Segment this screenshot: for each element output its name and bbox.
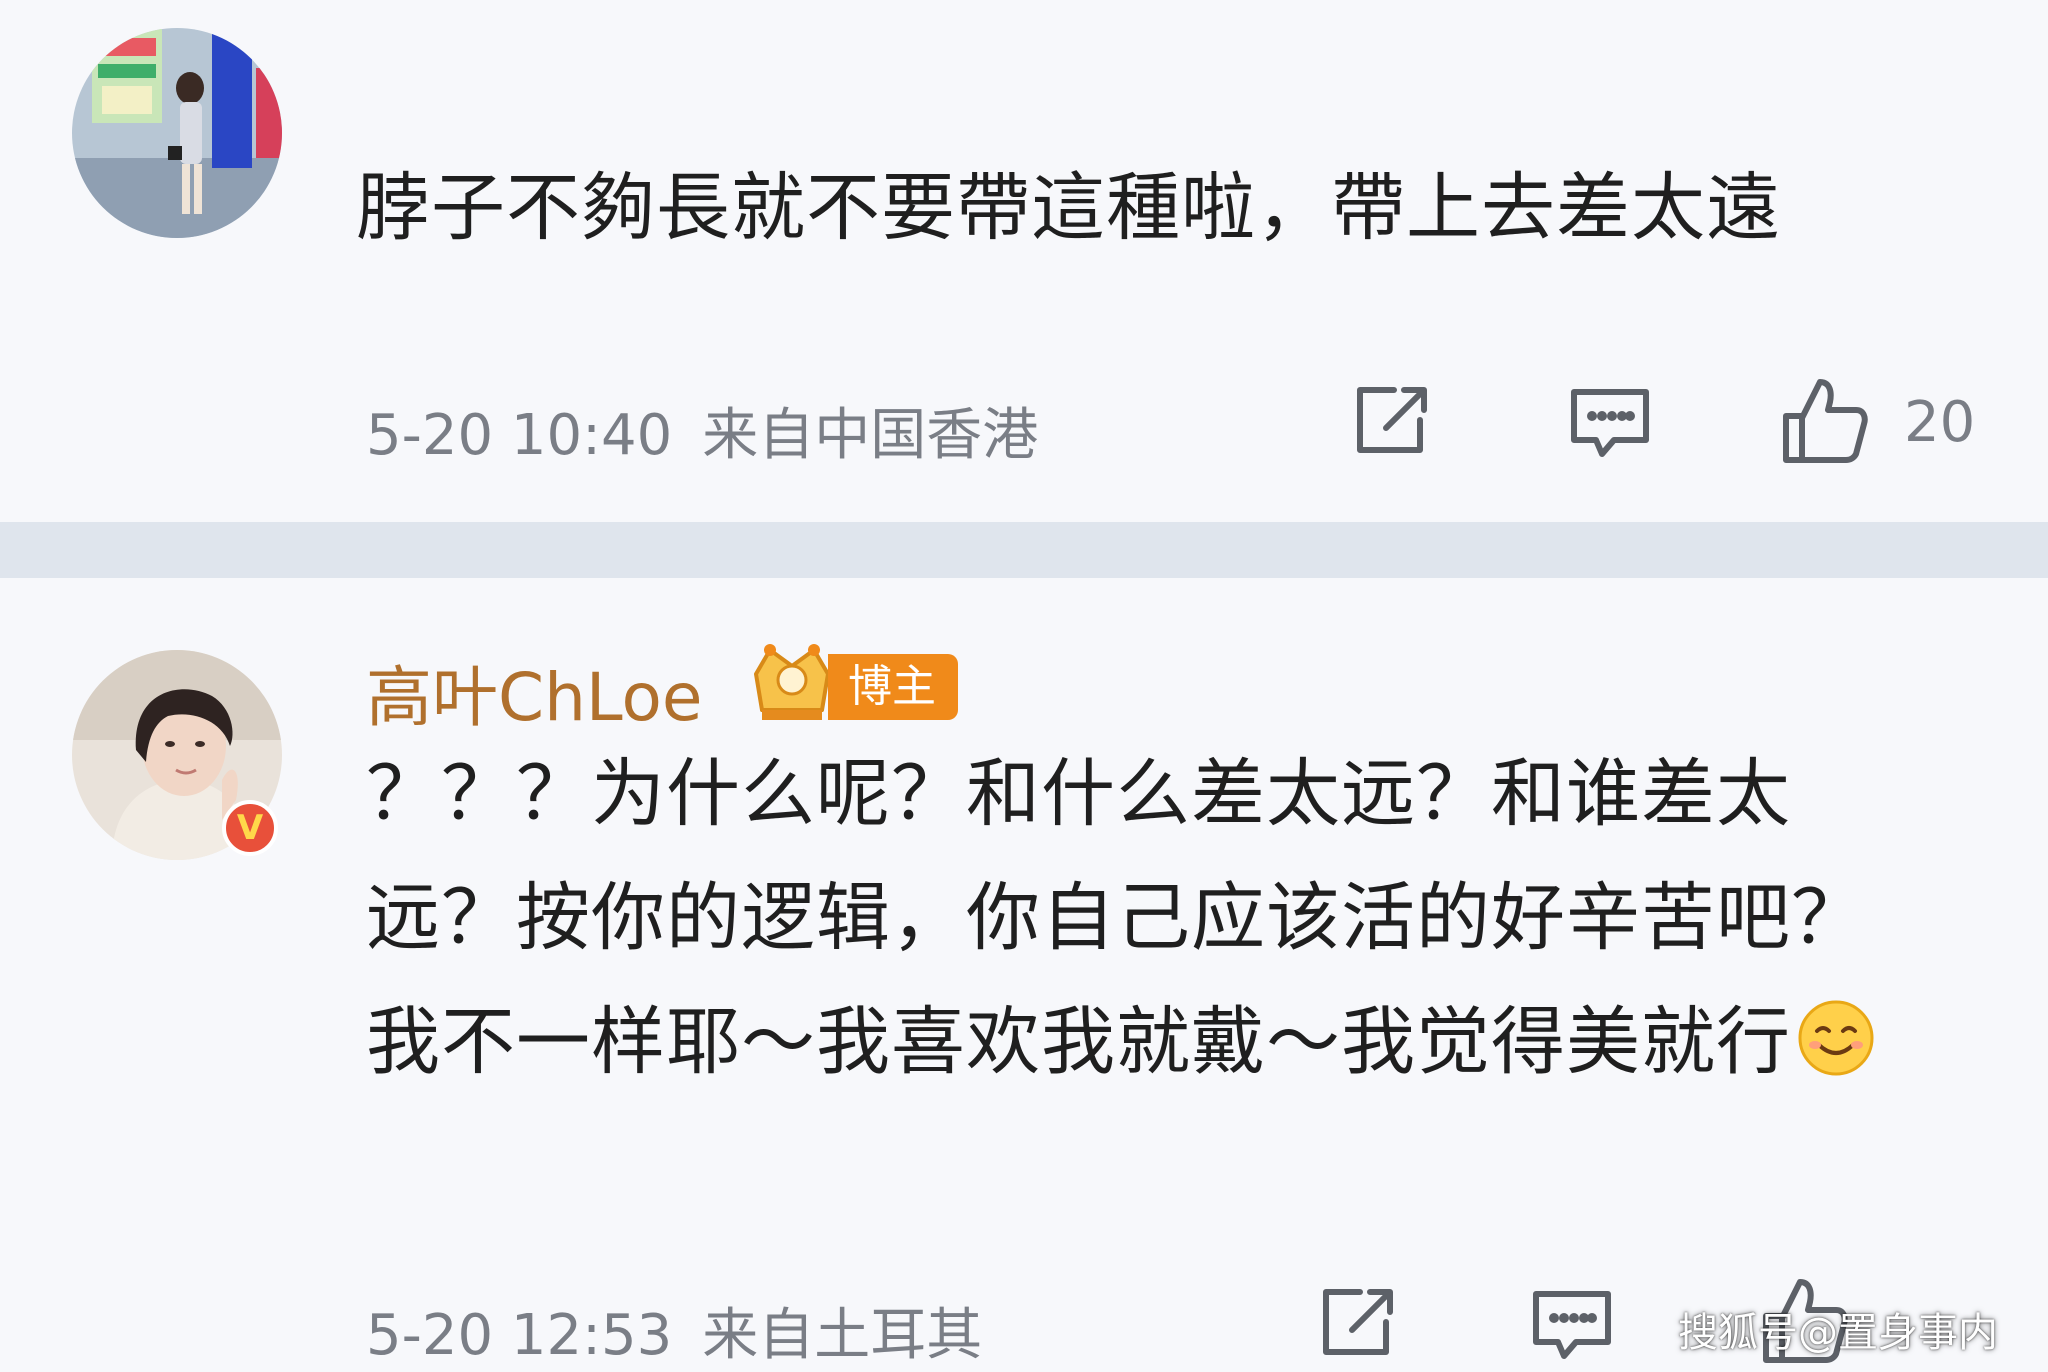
comment-icon[interactable]: [1568, 386, 1652, 462]
like-count: 20: [1904, 390, 1976, 455]
comment-source: 来自土耳其: [702, 1303, 983, 1368]
comment-source: 来自中国香港: [702, 403, 1039, 468]
repost-icon[interactable]: [1350, 384, 1430, 460]
comment-time: 5-20 12:53: [366, 1303, 673, 1368]
avatar[interactable]: [72, 28, 282, 238]
smile-emoji-icon: [1797, 990, 1875, 1076]
comment-text-content: ？？？为什么呢？和什么差太远？和谁差太远？按你的逻辑，你自己应该活的好辛苦吧？我…: [366, 751, 1866, 1085]
repost-icon[interactable]: [1316, 1286, 1396, 1362]
thumbs-up-icon[interactable]: [1780, 376, 1870, 466]
verified-v-icon: V: [222, 800, 278, 856]
comment-divider: [0, 522, 2048, 578]
blogger-badge: 博主: [828, 654, 958, 720]
watermark: 搜狐号@置身事内: [1678, 1310, 1998, 1356]
comment-item: 脖子不夠長就不要帶這種啦，帶上去差太遠 5-20 10:40 来自中国香港 20: [0, 0, 2048, 522]
comment-time: 5-20 10:40: [366, 403, 673, 468]
crown-icon: [748, 640, 836, 726]
comment-text: ？？？为什么呢？和什么差太远？和谁差太远？按你的逻辑，你自己应该活的好辛苦吧？我…: [366, 732, 1926, 1104]
comment-meta: 5-20 10:40 来自中国香港: [366, 390, 1038, 471]
comment-text: 脖子不夠長就不要帶這種啦，帶上去差太遠: [356, 165, 1781, 251]
comment-meta: 5-20 12:53 来自土耳其: [366, 1290, 982, 1371]
username[interactable]: 高叶ChLoe: [366, 644, 703, 740]
comment-icon[interactable]: [1530, 1288, 1614, 1364]
